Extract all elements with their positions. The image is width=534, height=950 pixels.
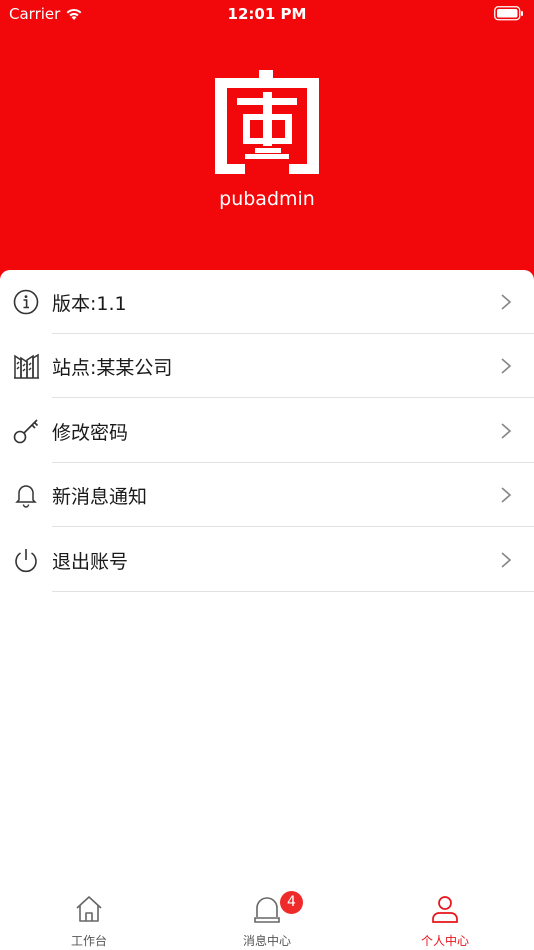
status-time: 12:01 PM	[227, 5, 307, 23]
status-bar: Carrier 12:01 PM	[0, 0, 534, 28]
divider	[52, 397, 534, 398]
info-icon	[13, 289, 39, 315]
tab-messages[interactable]: 消息中心	[178, 880, 356, 950]
menu-item-site[interactable]: 站点:某某公司	[0, 334, 534, 398]
power-icon	[15, 549, 37, 573]
alarm-icon	[254, 897, 280, 923]
tab-bar: 工作台 消息中心 个人中心	[0, 880, 534, 950]
menu-item-label: 站点:某某公司	[52, 357, 173, 379]
battery-icon	[494, 6, 524, 25]
home-icon	[76, 896, 102, 922]
menu-item-label: 新消息通知	[52, 486, 148, 508]
menu-item-label: 版本:1.1	[52, 293, 127, 315]
app-logo	[215, 70, 319, 174]
divider	[52, 591, 534, 592]
tab-label: 消息中心	[242, 934, 291, 948]
tab-label: 工作台	[70, 934, 107, 948]
building-icon	[14, 353, 39, 379]
menu-item-logout[interactable]: 退出账号	[0, 528, 534, 592]
tab-profile[interactable]: 个人中心	[356, 880, 534, 950]
person-icon	[432, 896, 458, 923]
chevron-right-icon	[501, 358, 512, 374]
chevron-right-icon	[501, 423, 512, 439]
tab-label: 个人中心	[420, 934, 469, 948]
menu-item-notifications[interactable]: 新消息通知	[0, 463, 534, 527]
chevron-right-icon	[501, 294, 512, 310]
divider	[52, 526, 534, 527]
chevron-right-icon	[501, 552, 512, 568]
menu-item-label: 修改密码	[52, 422, 129, 444]
menu-item-version[interactable]: 版本:1.1	[0, 270, 534, 334]
chevron-right-icon	[501, 487, 512, 503]
menu-item-label: 退出账号	[52, 551, 129, 573]
settings-card: 版本:1.1 站点:某某公司 修改密码 新消息通知 退出账号	[0, 270, 534, 880]
tab-workbench[interactable]: 工作台	[0, 880, 178, 950]
username: pubadmin	[219, 188, 315, 210]
key-icon	[13, 419, 39, 444]
menu-item-change-password[interactable]: 修改密码	[0, 399, 534, 463]
bell-icon	[15, 485, 37, 508]
message-count-badge: 4	[280, 891, 303, 914]
